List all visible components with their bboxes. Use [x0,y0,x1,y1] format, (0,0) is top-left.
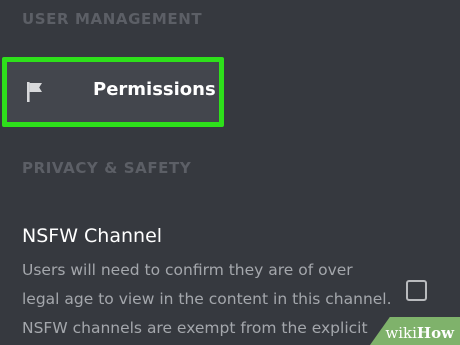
permissions-menu-item[interactable]: Permissions [7,62,219,122]
user-management-header: USER MANAGEMENT [22,10,203,28]
flag-icon [25,80,47,104]
wikihow-watermark-text: wikiHow [385,324,454,342]
nsfw-description-line: Users will need to confirm they are of o… [22,261,353,279]
privacy-safety-header: PRIVACY & SAFETY [22,159,192,177]
nsfw-description-line: legal age to view in the content in this… [22,290,392,308]
watermark-part-how: How [416,324,454,342]
watermark-part-wiki: wiki [385,324,417,342]
nsfw-description-line: NSFW channels are exempt from the explic… [22,319,368,337]
nsfw-checkbox[interactable] [406,280,427,301]
nsfw-channel-description: Users will need to confirm they are of o… [22,256,392,343]
permissions-label: Permissions [93,79,216,100]
nsfw-channel-title: NSFW Channel [22,225,163,247]
